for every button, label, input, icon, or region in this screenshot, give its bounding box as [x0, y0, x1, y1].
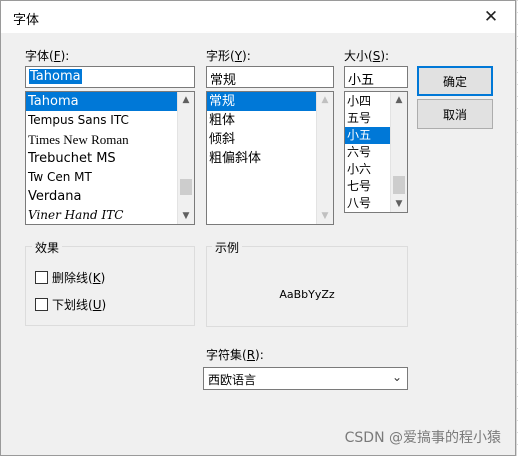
close-icon: ✕ — [483, 7, 499, 27]
effects-title: 效果 — [32, 239, 63, 256]
font-listbox[interactable]: Tahoma Tempus Sans ITC Times New Roman Treb… — [25, 91, 195, 225]
size-listbox[interactable]: 小四 五号 小五 六号 小六 七号 八号 ▲ ▼ — [344, 91, 408, 213]
size-list-item[interactable]: 七号 — [345, 178, 390, 195]
scroll-thumb[interactable] — [180, 179, 192, 195]
font-list-scrollbar[interactable]: ▲ ▼ — [177, 92, 194, 224]
scroll-up-icon[interactable]: ▲ — [391, 92, 407, 108]
scroll-up-icon[interactable]: ▲ — [317, 92, 333, 108]
style-listbox[interactable]: 常规 粗体 倾斜 粗偏斜体 ▲ ▼ — [206, 91, 334, 225]
style-list-item[interactable]: 粗体 — [207, 111, 316, 130]
size-list-scrollbar[interactable]: ▲ ▼ — [390, 92, 407, 212]
effects-group: 效果 删除线(K) 下划线(U) — [25, 239, 195, 326]
underline-checkbox[interactable] — [35, 298, 48, 311]
size-input[interactable]: 小五 — [344, 66, 408, 88]
size-list-item[interactable]: 八号 — [345, 195, 390, 212]
font-list-item[interactable]: Viner Hand ITC — [26, 206, 177, 224]
style-list-scrollbar[interactable]: ▲ ▼ — [316, 92, 333, 224]
scroll-down-icon[interactable]: ▼ — [178, 208, 194, 224]
font-list-item[interactable]: Tahoma — [26, 92, 177, 111]
font-list-item[interactable]: Times New Roman — [26, 130, 177, 149]
strikeout-checkbox[interactable] — [35, 271, 48, 284]
style-input-value: 常规 — [210, 73, 237, 88]
chevron-down-icon: ⌄ — [391, 370, 402, 384]
style-input[interactable]: 常规 — [206, 66, 334, 88]
style-list-item[interactable]: 常规 — [207, 92, 316, 111]
sample-title: 示例 — [212, 239, 243, 256]
size-list-item[interactable]: 六号 — [345, 144, 390, 161]
font-list-item[interactable]: Tempus Sans ITC — [26, 111, 177, 130]
title-bar: 字体 ✕ — [1, 1, 515, 33]
sample-group: 示例 AaBbYyZz — [206, 239, 408, 327]
size-label: 大小(S): — [344, 49, 390, 63]
style-label: 字形(Y): — [206, 49, 251, 63]
font-input-value: Tahoma — [29, 69, 82, 84]
font-list-item[interactable]: Trebuchet MS — [26, 149, 177, 168]
scroll-down-icon[interactable]: ▼ — [317, 208, 333, 224]
underline-option[interactable]: 下划线(U) — [35, 296, 106, 313]
sample-preview: AaBbYyZz — [279, 288, 335, 301]
cancel-button[interactable]: 取消 — [417, 99, 493, 129]
scroll-down-icon[interactable]: ▼ — [391, 196, 407, 212]
font-dialog: 字体 ✕ 字体(F): Tahoma Tahoma Tempus Sans ITC… — [0, 0, 516, 456]
size-list-item[interactable]: 五号 — [345, 110, 390, 127]
font-list-item[interactable]: Tw Cen MT — [26, 168, 177, 187]
style-list-item[interactable]: 倾斜 — [207, 130, 316, 149]
watermark: CSDN @爱搞事的程小猿 — [344, 430, 501, 446]
charset-value: 西欧语言 — [208, 373, 257, 387]
strikeout-option[interactable]: 删除线(K) — [35, 269, 105, 286]
size-list-item[interactable]: 小四 — [345, 93, 390, 110]
close-button[interactable]: ✕ — [473, 3, 509, 31]
font-input[interactable]: Tahoma — [25, 66, 195, 88]
size-list-item[interactable]: 小六 — [345, 161, 390, 178]
ok-button[interactable]: 确定 — [417, 66, 493, 96]
scroll-up-icon[interactable]: ▲ — [178, 92, 194, 108]
font-list-item[interactable]: Verdana — [26, 187, 177, 206]
size-list-item[interactable]: 小五 — [345, 127, 390, 144]
font-label: 字体(F): — [25, 49, 70, 63]
size-input-value: 小五 — [348, 73, 375, 88]
charset-label: 字符集(R): — [206, 348, 264, 362]
strikeout-label: 删除线(K) — [52, 271, 106, 285]
scroll-thumb[interactable] — [393, 176, 405, 194]
style-list-item[interactable]: 粗偏斜体 — [207, 149, 316, 168]
underline-label: 下划线(U) — [52, 298, 107, 312]
charset-select[interactable]: 西欧语言 ⌄ — [203, 367, 408, 390]
dialog-title: 字体 — [13, 13, 40, 28]
